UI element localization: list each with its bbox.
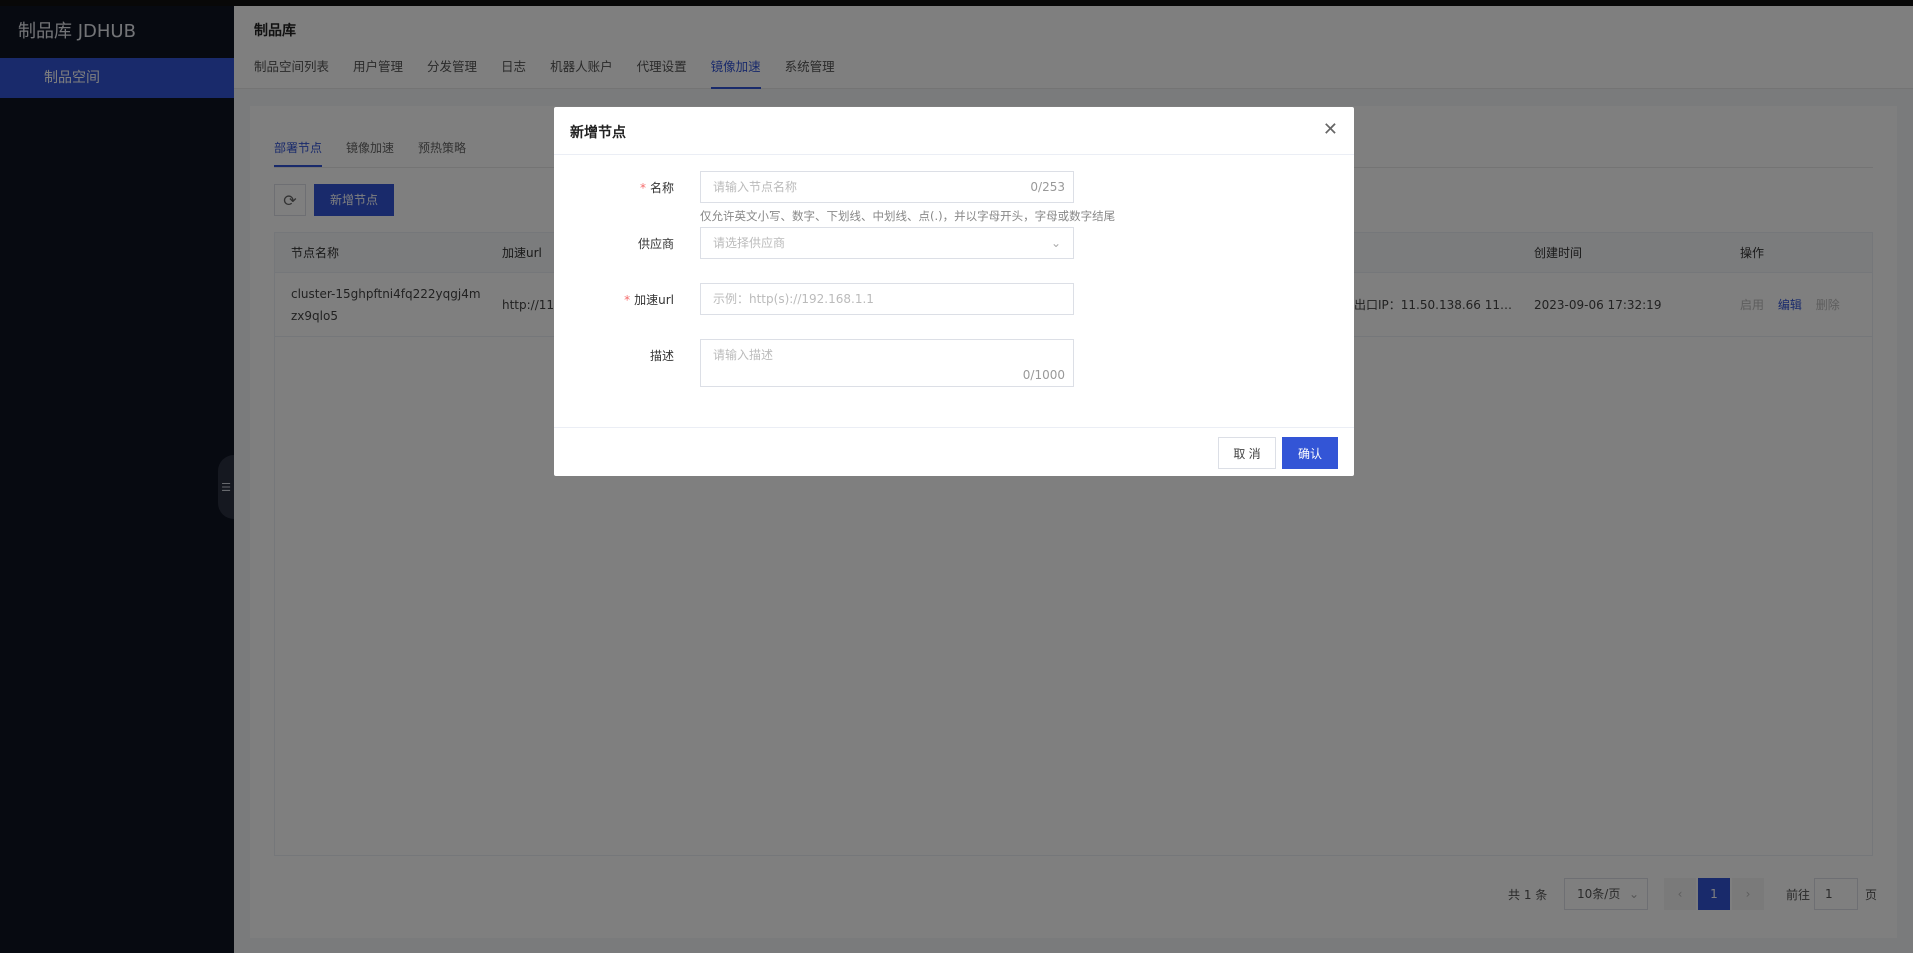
cancel-button[interactable]: 取 消: [1218, 437, 1276, 469]
required-mark: *: [624, 293, 631, 307]
confirm-button[interactable]: 确认: [1282, 437, 1338, 469]
name-placeholder: 请输入节点名称: [713, 180, 798, 194]
name-label: * 名称: [639, 181, 674, 195]
provider-placeholder: 请选择供应商: [713, 236, 786, 250]
dialog-footer: 取 消 确认: [554, 427, 1354, 476]
description-char-counter: 0/1000: [1022, 368, 1065, 382]
description-textarea[interactable]: 请输入描述 0/1000: [700, 339, 1074, 387]
close-icon[interactable]: ✕: [1323, 119, 1338, 140]
dialog-header: 新增节点 ✕: [554, 107, 1354, 155]
name-input[interactable]: 请输入节点名称 0/253: [700, 171, 1074, 203]
description-placeholder: 请输入描述: [713, 348, 774, 362]
url-label: * 加速url: [624, 293, 674, 307]
dialog-title: 新增节点: [570, 125, 626, 141]
provider-select[interactable]: 请选择供应商 ⌄: [700, 227, 1074, 259]
required-mark: *: [639, 181, 646, 195]
name-hint: 仅允许英文小写、数字、下划线、中划线、点(.)，并以字母开头，字母或数字结尾: [700, 209, 1116, 223]
name-char-counter: 0/253: [1030, 180, 1065, 194]
provider-label: 供应商: [637, 237, 674, 251]
chevron-down-icon: ⌄: [1050, 236, 1061, 250]
url-placeholder: 示例：http(s)://192.168.1.1: [713, 292, 874, 306]
add-node-dialog: 新增节点 ✕ * 名称 请输入节点名称 0/253 仅允许英文小写、数字、下划线、…: [554, 107, 1354, 476]
description-label: 描述: [649, 349, 674, 363]
url-input[interactable]: 示例：http(s)://192.168.1.1: [700, 283, 1074, 315]
